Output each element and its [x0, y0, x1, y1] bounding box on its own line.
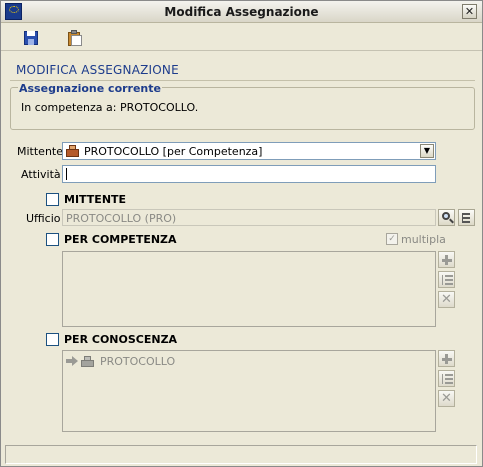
multipla-check-icon: ✓ [386, 233, 398, 245]
tree-icon[interactable] [458, 209, 475, 226]
toolbar [1, 24, 482, 51]
per-conoscenza-checkbox[interactable] [46, 333, 59, 346]
dialog-window: Modifica Assegnazione ✕ MODIFICA ASSEGNA… [0, 0, 483, 467]
ufficio-value: PROTOCOLLO (PRO) [66, 212, 177, 225]
title-divider [10, 80, 475, 81]
current-assignment-group: Assegnazione corrente In competenza a: P… [10, 82, 475, 130]
multipla-label: multipla [401, 233, 446, 246]
clipboard-icon[interactable] [65, 28, 85, 48]
per-competenza-checkbox[interactable] [46, 233, 59, 246]
group-title: Assegnazione corrente [18, 82, 162, 95]
mittente-checkbox[interactable] [46, 193, 59, 206]
add-icon [438, 251, 455, 268]
search-icon[interactable] [438, 209, 455, 226]
ufficio-field: PROTOCOLLO (PRO) [62, 209, 436, 226]
list-item-label: PROTOCOLLO [100, 355, 176, 368]
delete-icon: ✕ [438, 291, 455, 308]
arrow-right-icon [66, 356, 78, 366]
mittente-dropdown[interactable]: PROTOCOLLO [per Competenza] ▼ [62, 142, 436, 160]
ufficio-label: Ufficio [26, 212, 61, 225]
attivita-label: Attività [21, 168, 61, 181]
delete-icon: ✕ [438, 390, 455, 407]
per-competenza-list [62, 251, 436, 327]
attivita-input[interactable] [62, 165, 436, 183]
mittente-label: Mittente [17, 145, 63, 158]
mittente-value: PROTOCOLLO [per Competenza] [84, 145, 263, 158]
chevron-down-icon[interactable]: ▼ [420, 144, 434, 158]
per-conoscenza-label: PER CONOSCENZA [64, 333, 178, 346]
box-icon [65, 145, 81, 158]
text-caret [66, 168, 67, 180]
close-button[interactable]: ✕ [462, 4, 477, 19]
status-bar [5, 445, 477, 464]
per-conoscenza-list: PROTOCOLLO [62, 350, 436, 432]
list-icon [438, 271, 455, 288]
box-icon [80, 355, 96, 368]
per-competenza-label: PER COMPETENZA [64, 233, 177, 246]
window-title: Modifica Assegnazione [164, 5, 319, 19]
title-bar: Modifica Assegnazione ✕ [1, 1, 482, 23]
mittente-checkbox-label: MITTENTE [64, 193, 127, 206]
add-icon [438, 350, 455, 367]
page-title: MODIFICA ASSEGNAZIONE [16, 63, 179, 77]
current-assignment-text: In competenza a: PROTOCOLLO. [21, 101, 199, 114]
list-icon [438, 370, 455, 387]
save-icon[interactable] [21, 28, 41, 48]
